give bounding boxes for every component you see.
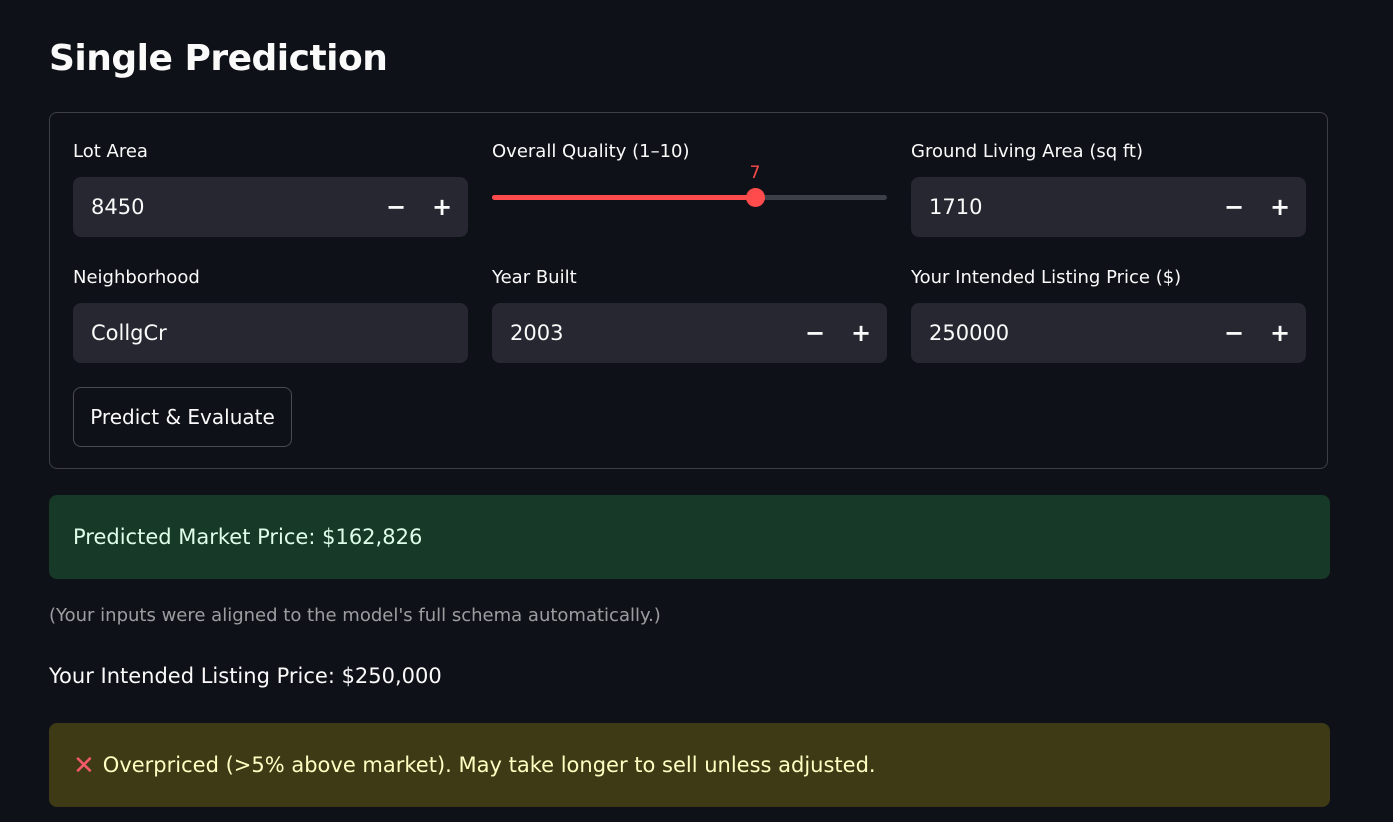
prediction-form: Lot Area 8450 − + Overall Quality (1–10)…	[49, 112, 1328, 469]
schema-caption: (Your inputs were aligned to the model's…	[49, 605, 661, 626]
app-page: Single Prediction Lot Area 8450 − + Over…	[0, 0, 1393, 822]
listing-price-increment-button[interactable]: +	[1262, 315, 1298, 351]
overall-quality-slider[interactable]: 7	[492, 163, 887, 208]
ground-living-area-input[interactable]: 1710 − +	[911, 177, 1306, 237]
predict-evaluate-button[interactable]: Predict & Evaluate	[73, 387, 292, 447]
year-built-value[interactable]: 2003	[510, 303, 563, 363]
x-mark-icon: ✕	[73, 751, 95, 781]
lot-area-value[interactable]: 8450	[91, 177, 144, 237]
overall-quality-label: Overall Quality (1–10)	[492, 141, 690, 162]
listing-price-input[interactable]: 250000 − +	[911, 303, 1306, 363]
neighborhood-label: Neighborhood	[73, 267, 200, 288]
listing-price-value[interactable]: 250000	[929, 303, 1009, 363]
year-built-input[interactable]: 2003 − +	[492, 303, 887, 363]
listing-price-summary: Your Intended Listing Price: $250,000	[49, 664, 442, 688]
year-built-label: Year Built	[492, 267, 577, 288]
page-title: Single Prediction	[49, 38, 388, 79]
predicted-price-text: Predicted Market Price: $162,826	[73, 525, 423, 549]
lot-area-label: Lot Area	[73, 141, 148, 162]
ground-living-area-value[interactable]: 1710	[929, 177, 982, 237]
ground-living-area-increment-button[interactable]: +	[1262, 189, 1298, 225]
ground-living-area-label: Ground Living Area (sq ft)	[911, 141, 1143, 162]
listing-price-decrement-button[interactable]: −	[1216, 315, 1252, 351]
ground-living-area-decrement-button[interactable]: −	[1216, 189, 1252, 225]
slider-value: 7	[749, 163, 761, 183]
neighborhood-input[interactable]: CollgCr	[73, 303, 468, 363]
year-built-increment-button[interactable]: +	[843, 315, 879, 351]
year-built-decrement-button[interactable]: −	[797, 315, 833, 351]
slider-thumb[interactable]	[746, 188, 765, 207]
predicted-price-alert: Predicted Market Price: $162,826	[49, 495, 1330, 579]
lot-area-increment-button[interactable]: +	[424, 189, 460, 225]
lot-area-decrement-button[interactable]: −	[378, 189, 414, 225]
listing-price-label: Your Intended Listing Price ($)	[911, 267, 1182, 288]
overpriced-warning-alert: ✕ Overpriced (>5% above market). May take…	[49, 723, 1330, 807]
slider-fill	[492, 195, 755, 200]
neighborhood-value[interactable]: CollgCr	[91, 303, 167, 363]
overpriced-warning-text: Overpriced (>5% above market). May take …	[102, 753, 876, 777]
lot-area-input[interactable]: 8450 − +	[73, 177, 468, 237]
